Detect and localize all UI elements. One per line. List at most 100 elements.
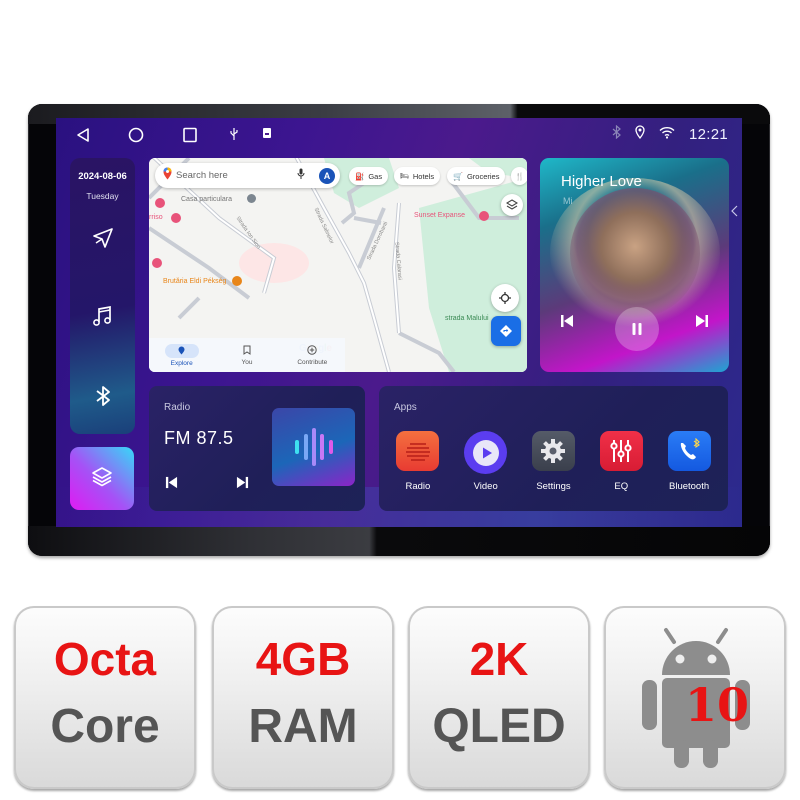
- screen: 12:21 2024-08-06 Tuesday Search here A ⛽…: [56, 118, 742, 527]
- chip-label: Gas: [368, 171, 383, 181]
- recents-icon[interactable]: [182, 127, 198, 143]
- song-subtitle: Mi: [563, 196, 573, 206]
- badge-ram: 4GB RAM: [212, 606, 394, 789]
- next-track-button[interactable]: [695, 314, 709, 328]
- app-bluetooth[interactable]: Bluetooth: [657, 431, 721, 492]
- hotel-pin-icon: [155, 198, 165, 208]
- app-label: Radio: [405, 481, 431, 492]
- app-label: Video: [473, 481, 498, 492]
- chip-label: Groceries: [466, 171, 500, 181]
- radio-frequency: FM 87.5: [164, 428, 234, 448]
- status-bar: 12:21: [56, 118, 742, 152]
- usb-icon: [229, 127, 239, 141]
- location-icon: [635, 125, 645, 143]
- radio-widget[interactable]: Radio FM 87.5: [149, 386, 365, 511]
- place-pin-icon: [247, 194, 256, 203]
- skip-next-icon: [236, 476, 249, 489]
- album-art-face: [570, 188, 700, 318]
- back-icon[interactable]: [76, 127, 90, 143]
- badge-top-text: 4GB: [255, 633, 351, 685]
- date-label: 2024-08-06: [78, 171, 127, 182]
- collapse-chevron-icon[interactable]: [730, 204, 738, 222]
- hotel-pin-icon: [171, 213, 181, 223]
- skip-next-icon: [696, 315, 708, 327]
- radio-previous-button[interactable]: [165, 476, 178, 489]
- tab-label: Contribute: [297, 358, 328, 366]
- previous-track-button[interactable]: [560, 314, 574, 328]
- map-label-partial: rriso: [149, 214, 163, 221]
- day-label: Tuesday: [86, 191, 119, 201]
- apps-label: Apps: [394, 402, 417, 413]
- video-app-icon: [464, 431, 508, 474]
- navigation-arrow-icon[interactable]: [89, 224, 117, 252]
- chip-gas[interactable]: ⛽ Gas: [349, 167, 389, 185]
- tab-contribute[interactable]: Contribute: [280, 338, 345, 372]
- apps-widget: Apps Radio Video Settings EQ Bluetooth: [379, 386, 728, 511]
- fork-knife-icon: 🍴: [515, 171, 525, 181]
- tab-label: Explore: [170, 359, 193, 367]
- app-label: Bluetooth: [669, 481, 710, 492]
- radio-art: [272, 408, 355, 486]
- badge-bottom-text: RAM: [248, 700, 358, 753]
- wifi-icon: [659, 126, 675, 143]
- avatar[interactable]: A: [319, 167, 335, 184]
- sidebar: 2024-08-06 Tuesday: [70, 158, 135, 434]
- pin-icon: [164, 343, 199, 358]
- app-label: EQ: [614, 481, 629, 492]
- app-settings[interactable]: Settings: [521, 431, 585, 492]
- bluetooth-icon: [612, 124, 621, 143]
- directions-button[interactable]: [491, 316, 521, 346]
- skip-previous-icon: [561, 315, 573, 327]
- pause-button[interactable]: [615, 307, 659, 351]
- chip-restaurants[interactable]: 🍴: [511, 167, 527, 185]
- song-title: Higher Love: [561, 173, 642, 190]
- badge-bottom-text: Core: [50, 700, 160, 753]
- map-layers-icon: [506, 199, 518, 210]
- sd-card-icon: [262, 127, 272, 139]
- chip-label: Hotels: [412, 171, 435, 181]
- skip-previous-icon: [165, 476, 178, 489]
- app-eq[interactable]: EQ: [589, 431, 653, 492]
- cart-icon: 🛒: [453, 171, 463, 181]
- clock: 12:21: [688, 125, 728, 143]
- app-video[interactable]: Video: [454, 431, 518, 492]
- radio-next-button[interactable]: [236, 476, 249, 489]
- map-widget[interactable]: Search here A ⛽ Gas 🛏 Hotels 🛒 Groceries 🍴 …: [149, 158, 527, 372]
- map-bottom-nav: Explore You Contribute: [149, 338, 345, 372]
- badge-display: 2K QLED: [408, 606, 590, 789]
- my-location-button[interactable]: [491, 284, 519, 312]
- map-label-brutaria: Brutăria Eldi Pékség: [163, 278, 227, 285]
- badge-top-text: Octa: [53, 633, 157, 685]
- layers-icon: [91, 465, 113, 492]
- chip-groceries[interactable]: 🛒 Groceries: [447, 167, 506, 185]
- android-version: 10: [684, 678, 749, 732]
- badge-bottom-text: QLED: [432, 700, 566, 753]
- apps-layers-button[interactable]: [70, 447, 134, 510]
- home-icon[interactable]: [128, 127, 144, 143]
- tab-explore[interactable]: Explore: [149, 338, 214, 372]
- map-label-malului: strada Malului: [445, 315, 489, 322]
- radio-app-icon: [396, 431, 440, 471]
- badge-cpu: Octa Core: [14, 606, 196, 789]
- badge-android: 10: [604, 606, 786, 789]
- gas-station-icon: ⛽: [355, 171, 365, 181]
- sound-wave-icon: [294, 428, 333, 466]
- app-radio[interactable]: Radio: [386, 431, 450, 492]
- bezel-bottom: [28, 526, 770, 556]
- radio-label: Radio: [164, 402, 191, 413]
- search-input[interactable]: Search here: [176, 170, 297, 181]
- bluetooth-icon[interactable]: [89, 382, 117, 410]
- map-search-bar[interactable]: Search here A: [155, 163, 340, 188]
- layers-map-button[interactable]: [501, 194, 523, 216]
- music-note-icon[interactable]: [89, 302, 117, 330]
- bookmark-icon: [243, 345, 251, 357]
- bed-icon: 🛏: [400, 173, 409, 180]
- music-widget[interactable]: Higher Love Mi: [540, 158, 729, 372]
- microphone-icon[interactable]: [297, 167, 305, 185]
- map-label-casa: Casa particulara: [181, 196, 232, 203]
- chip-hotels[interactable]: 🛏 Hotels: [394, 167, 441, 185]
- map-label-sunset: Sunset Expanse: [414, 212, 465, 219]
- directions-icon: [500, 325, 512, 337]
- hotel-pin-icon: [479, 211, 489, 221]
- tab-you[interactable]: You: [214, 338, 279, 372]
